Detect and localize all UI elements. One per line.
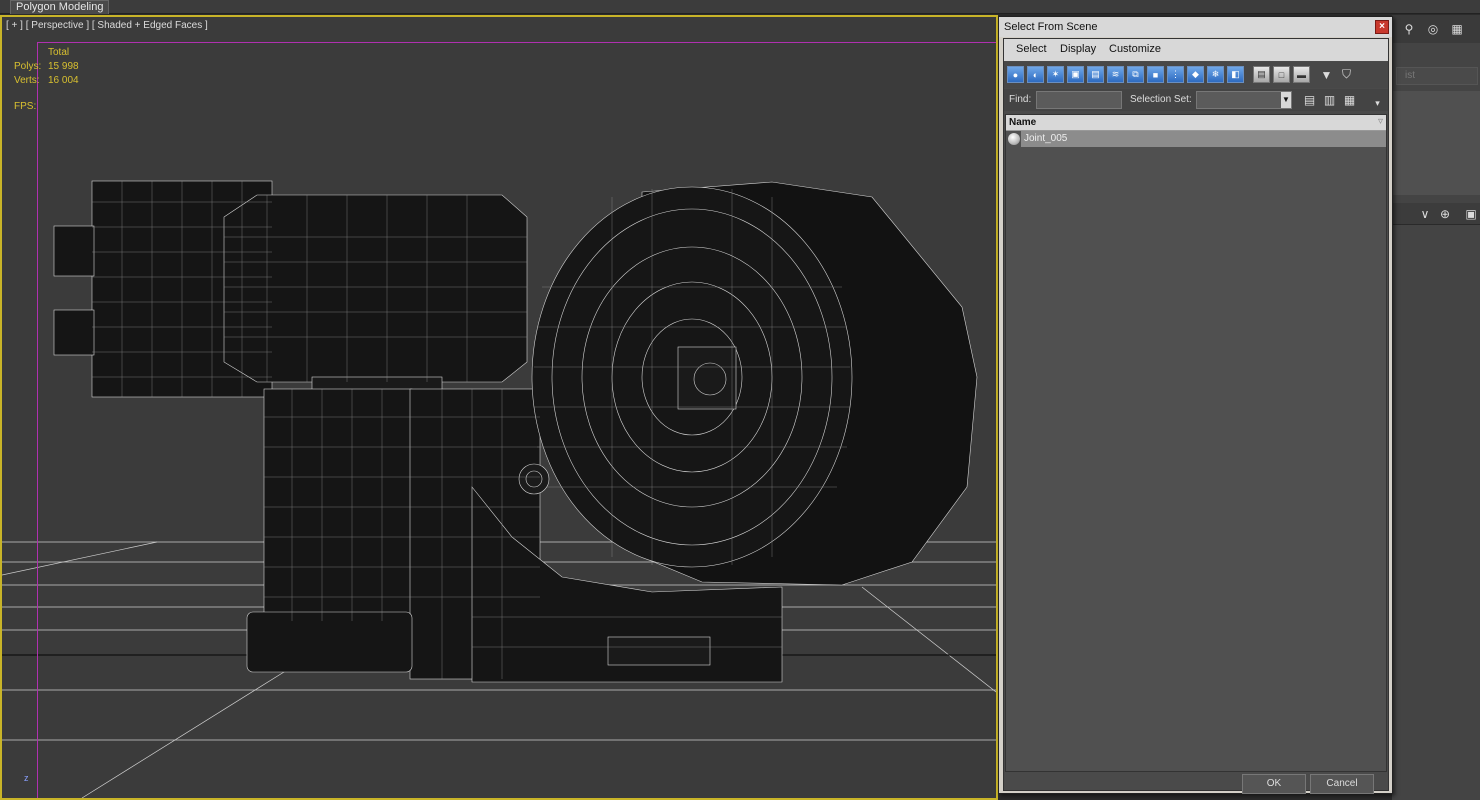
display-geometry-icon[interactable]: ● <box>1007 66 1024 83</box>
axis-tripod-label: z <box>24 773 29 783</box>
display-cameras-icon[interactable]: ▣ <box>1067 66 1084 83</box>
perspective-viewport[interactable]: [ + ] [ Perspective ] [ Shaded + Edged F… <box>0 15 998 800</box>
select-from-scene-dialog: Select From Scene × Select Display Custo… <box>998 16 1393 794</box>
lock-icon[interactable]: ⊕ <box>1438 207 1452 221</box>
viewport-statistics: Total Polys: 15 998 Verts: 16 004 <box>14 46 108 88</box>
select-all-icon[interactable]: ▤ <box>1253 66 1270 83</box>
geometry-object-icon <box>1008 133 1020 145</box>
filter-options-icon[interactable]: ⛉ <box>1338 66 1355 83</box>
find-label: Find: <box>1009 94 1032 105</box>
column-name-header[interactable]: Name <box>1009 117 1036 128</box>
dialog-footer: OK Cancel <box>1004 774 1388 794</box>
vertex-icon[interactable]: ∨ <box>1418 207 1432 221</box>
close-button[interactable]: × <box>1375 20 1389 34</box>
list-item[interactable]: Joint_005 <box>1006 131 1386 147</box>
display-containers-icon[interactable]: ◆ <box>1187 66 1204 83</box>
display-shapes-icon[interactable]: ◐ <box>1027 66 1044 83</box>
display-xrefs-icon[interactable]: ■ <box>1147 66 1164 83</box>
polys-value: 15 998 <box>48 61 79 72</box>
ok-button[interactable]: OK <box>1242 774 1306 794</box>
dialog-body: Select Display Customize ● ◐ ✶ ▣ ▤ ≋ ⧉ ■… <box>1003 38 1389 794</box>
ribbon-tab-polygon-modeling[interactable]: Polygon Modeling <box>10 0 110 14</box>
display-frozen-icon[interactable]: ❄ <box>1207 66 1224 83</box>
ribbon-bar: Polygon Modeling <box>0 0 1480 14</box>
stats-header: Total <box>48 47 70 58</box>
hierarchy-icon[interactable]: ⚲ <box>1402 22 1416 36</box>
wireframe-model-canvas <box>2 180 996 798</box>
display-helpers-icon[interactable]: ▤ <box>1087 66 1104 83</box>
menu-customize[interactable]: Customize <box>1109 43 1161 55</box>
find-row: Find: Selection Set: ▼ ▤ ▥ ▦ ▾ <box>1004 89 1388 111</box>
select-invert-icon[interactable]: ▬ <box>1293 66 1310 83</box>
selection-set-label: Selection Set: <box>1130 94 1192 105</box>
verts-label: Verts: <box>14 75 40 86</box>
menu-display[interactable]: Display <box>1060 43 1096 55</box>
remove-selection-set-icon[interactable]: ▥ <box>1321 91 1338 108</box>
display-bones-icon[interactable]: ⋮ <box>1167 66 1184 83</box>
motion-icon[interactable]: ◎ <box>1426 22 1440 36</box>
command-panel-icon-bar: ∨ ⊕ ▣ <box>1392 203 1480 225</box>
display-hidden-icon[interactable]: ◧ <box>1227 66 1244 83</box>
dialog-titlebar[interactable]: Select From Scene × <box>999 17 1392 37</box>
fps-label: FPS: <box>14 101 37 112</box>
display-lights-icon[interactable]: ✶ <box>1047 66 1064 83</box>
dialog-menubar: Select Display Customize <box>1004 39 1388 61</box>
filter-icon[interactable]: ▼ <box>1318 66 1335 83</box>
command-panel-field[interactable]: ist <box>1396 67 1478 85</box>
verts-value: 16 004 <box>48 75 79 86</box>
viewport-label[interactable]: [ + ] [ Perspective ] [ Shaded + Edged F… <box>6 20 208 31</box>
selection-set-dropdown[interactable]: ▼ <box>1196 91 1292 109</box>
select-none-icon[interactable]: □ <box>1273 66 1290 83</box>
chevron-down-icon[interactable]: ▼ <box>1281 92 1291 108</box>
filter-toolbar: ● ◐ ✶ ▣ ▤ ≋ ⧉ ■ ⋮ ◆ ❄ ◧ ▤ □ ▬ ▼ ⛉ <box>1004 62 1388 88</box>
list-item-label[interactable]: Joint_005 <box>1021 131 1386 147</box>
configure-icon[interactable]: ▣ <box>1464 207 1478 221</box>
display-icon[interactable]: ▦ <box>1450 22 1464 36</box>
command-panel-toolbar: ⚲ ◎ ▦ <box>1392 15 1480 43</box>
add-selection-set-icon[interactable]: ▤ <box>1301 91 1318 108</box>
menu-select[interactable]: Select <box>1016 43 1047 55</box>
scene-object-list[interactable]: Name ▿ Joint_005 <box>1005 114 1387 772</box>
expand-icon[interactable]: ▾ <box>1369 95 1386 112</box>
find-input[interactable] <box>1036 91 1122 109</box>
cancel-button[interactable]: Cancel <box>1310 774 1374 794</box>
command-panel-rollout <box>1392 91 1480 195</box>
edit-selection-set-icon[interactable]: ▦ <box>1341 91 1358 108</box>
display-spacewarps-icon[interactable]: ≋ <box>1107 66 1124 83</box>
command-panel: ⚲ ◎ ▦ ist ∨ ⊕ ▣ <box>1392 15 1480 800</box>
dialog-title: Select From Scene <box>1004 21 1098 33</box>
list-header: Name ▿ <box>1006 115 1386 131</box>
sort-icon[interactable]: ▿ <box>1378 116 1383 127</box>
display-groups-icon[interactable]: ⧉ <box>1127 66 1144 83</box>
polys-label: Polys: <box>14 61 42 72</box>
